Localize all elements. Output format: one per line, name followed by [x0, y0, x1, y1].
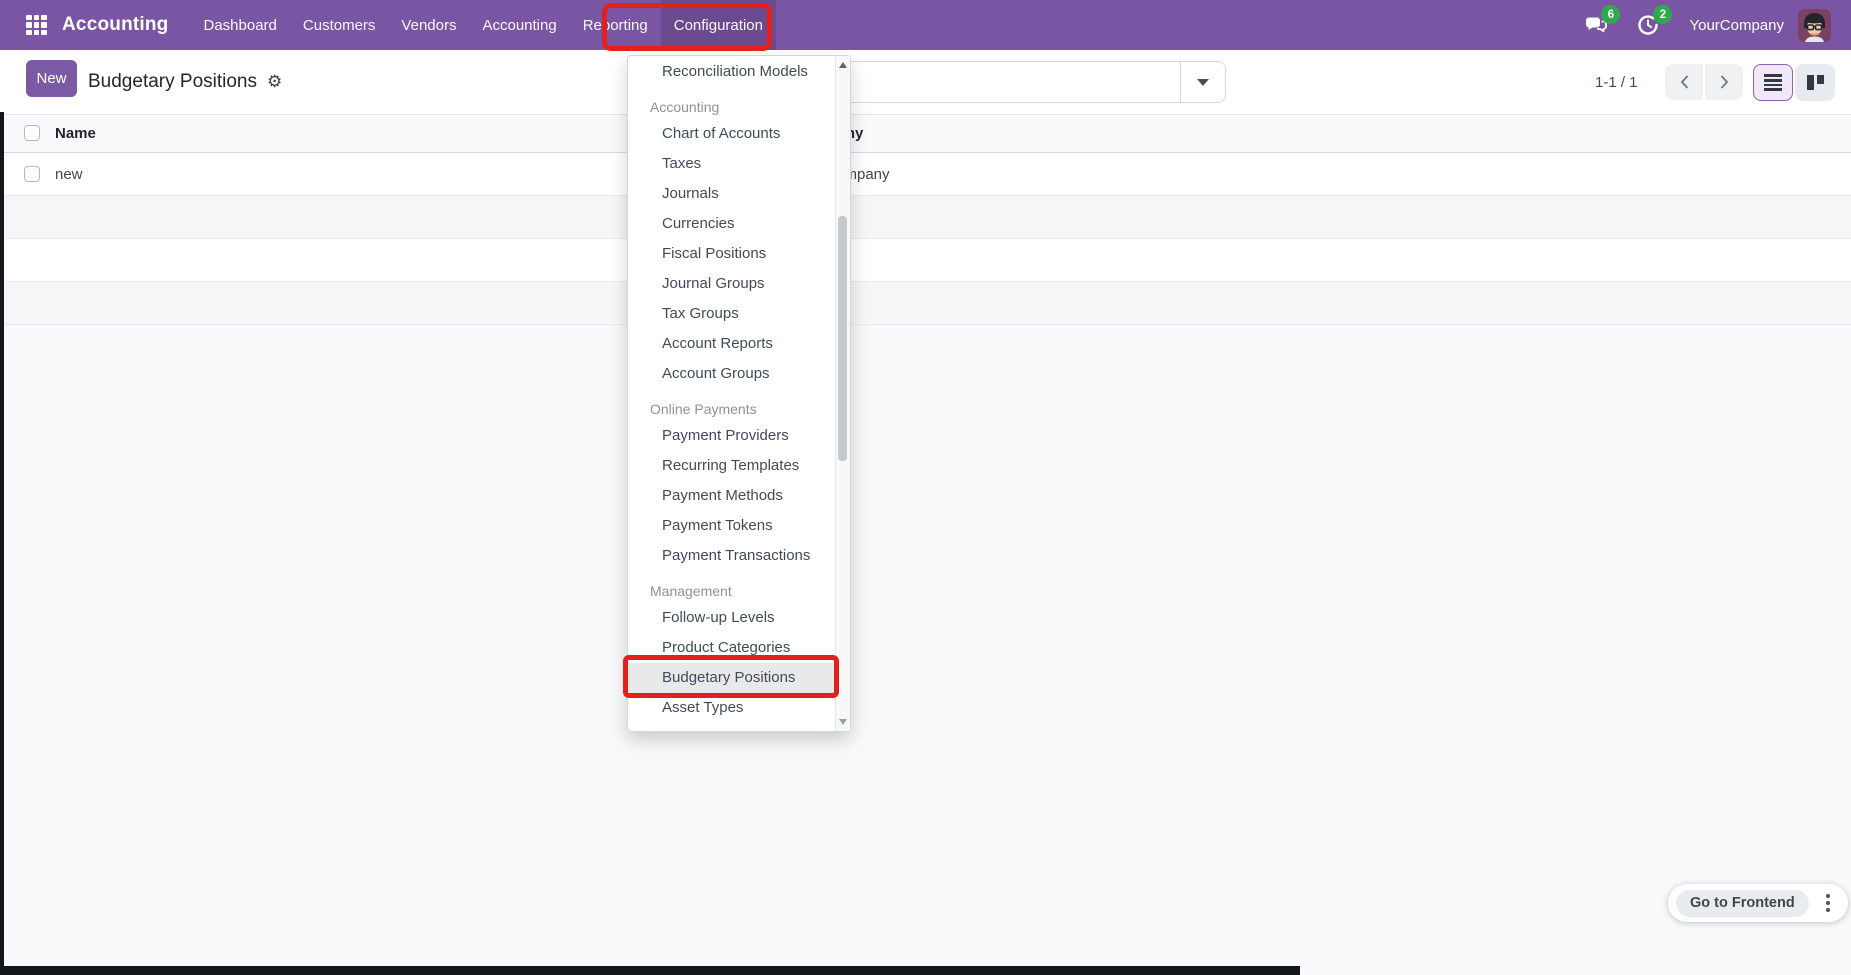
- budgetary-positions-list: Name Company new YourCompany: [0, 114, 1851, 325]
- empty-row: [0, 239, 1851, 282]
- control-panel: New Budgetary Positions ⚙ 1-1 / 1: [0, 50, 1851, 115]
- kebab-menu-button[interactable]: [1813, 888, 1843, 918]
- pager-next-button[interactable]: [1705, 64, 1743, 100]
- pager-previous-button[interactable]: [1665, 64, 1703, 100]
- pager: [1665, 64, 1743, 100]
- menu-item-payment-transactions[interactable]: Payment Transactions: [628, 541, 836, 571]
- top-navbar: Accounting Dashboard Customers Vendors A…: [0, 0, 1851, 50]
- table-header-row: Name Company: [0, 114, 1851, 153]
- menu-item-account-groups[interactable]: Account Groups: [628, 359, 836, 389]
- nav-item-customers[interactable]: Customers: [290, 0, 389, 50]
- menu-item-asset-types[interactable]: Asset Types: [628, 693, 836, 723]
- go-to-frontend-button[interactable]: Go to Frontend: [1676, 890, 1809, 917]
- menu-item-payment-tokens[interactable]: Payment Tokens: [628, 511, 836, 541]
- menu-item-reconciliation-models[interactable]: Reconciliation Models: [628, 57, 836, 87]
- main-menu: Dashboard Customers Vendors Accounting R…: [191, 0, 776, 50]
- configuration-dropdown-menu: Reconciliation Models Accounting Chart o…: [627, 55, 851, 732]
- chevron-right-icon: [1719, 74, 1730, 90]
- chevron-left-icon: [1679, 74, 1690, 90]
- kanban-view-icon: [1807, 75, 1824, 90]
- menu-item-journal-groups[interactable]: Journal Groups: [628, 269, 836, 299]
- gear-icon[interactable]: ⚙: [267, 72, 282, 92]
- pager-value: 1-1 / 1: [1595, 50, 1638, 114]
- list-view-icon: [1764, 74, 1782, 90]
- nav-item-reporting[interactable]: Reporting: [570, 0, 661, 50]
- kebab-icon: [1826, 894, 1830, 898]
- menu-item-fiscal-positions[interactable]: Fiscal Positions: [628, 239, 836, 269]
- menu-item-account-reports[interactable]: Account Reports: [628, 329, 836, 359]
- activities-badge: 2: [1653, 5, 1672, 24]
- menu-item-payment-providers[interactable]: Payment Providers: [628, 421, 836, 451]
- dropdown-scrollbar[interactable]: [835, 56, 850, 731]
- nav-item-accounting[interactable]: Accounting: [469, 0, 569, 50]
- messages-badge: 6: [1601, 5, 1620, 24]
- search-dropdown-toggle[interactable]: [1180, 62, 1225, 102]
- cell-name: new: [55, 153, 83, 195]
- menu-item-tax-groups[interactable]: Tax Groups: [628, 299, 836, 329]
- page-title: Budgetary Positions ⚙: [88, 50, 282, 114]
- menu-item-journals[interactable]: Journals: [628, 179, 836, 209]
- menu-section-management: Management: [628, 579, 836, 603]
- view-switcher: [1753, 64, 1835, 101]
- screen-edge-left: [0, 112, 4, 975]
- scroll-down-icon[interactable]: [839, 719, 847, 725]
- column-header-name[interactable]: Name: [55, 114, 96, 152]
- scrollbar-thumb[interactable]: [838, 216, 847, 461]
- empty-row: [0, 282, 1851, 325]
- menu-item-product-categories[interactable]: Product Categories: [628, 633, 836, 663]
- scroll-up-icon[interactable]: [839, 62, 847, 68]
- menu-item-chart-of-accounts[interactable]: Chart of Accounts: [628, 119, 836, 149]
- nav-item-dashboard[interactable]: Dashboard: [191, 0, 290, 50]
- table-row[interactable]: new YourCompany: [0, 153, 1851, 196]
- menu-section-online-payments: Online Payments: [628, 397, 836, 421]
- app-name[interactable]: Accounting: [62, 14, 169, 36]
- select-all-checkbox[interactable]: [24, 125, 40, 141]
- menu-item-payment-methods[interactable]: Payment Methods: [628, 481, 836, 511]
- frontend-pill: Go to Frontend: [1668, 884, 1848, 922]
- menu-item-currencies[interactable]: Currencies: [628, 209, 836, 239]
- company-switcher[interactable]: YourCompany: [1689, 17, 1784, 34]
- breadcrumb-title: Budgetary Positions: [88, 71, 257, 93]
- empty-row: [0, 196, 1851, 239]
- systray: 6 2 YourCompany: [1583, 0, 1851, 50]
- menu-section-accounting: Accounting: [628, 95, 836, 119]
- row-checkbox[interactable]: [24, 166, 40, 182]
- activities-button[interactable]: 2: [1635, 12, 1661, 38]
- caret-down-icon: [1197, 79, 1209, 86]
- menu-item-budgetary-positions[interactable]: Budgetary Positions: [628, 663, 836, 693]
- messages-button[interactable]: 6: [1583, 12, 1609, 38]
- list-view-button[interactable]: [1753, 64, 1793, 101]
- menu-item-taxes[interactable]: Taxes: [628, 149, 836, 179]
- nav-item-configuration[interactable]: Configuration: [661, 0, 776, 50]
- nav-item-vendors[interactable]: Vendors: [388, 0, 469, 50]
- menu-item-recurring-templates[interactable]: Recurring Templates: [628, 451, 836, 481]
- screen-edge-bottom: [0, 966, 1300, 975]
- apps-grid-icon[interactable]: [26, 15, 47, 36]
- new-button[interactable]: New: [26, 60, 77, 97]
- menu-item-follow-up-levels[interactable]: Follow-up Levels: [628, 603, 836, 633]
- kanban-view-button[interactable]: [1795, 64, 1835, 101]
- avatar[interactable]: [1798, 9, 1831, 42]
